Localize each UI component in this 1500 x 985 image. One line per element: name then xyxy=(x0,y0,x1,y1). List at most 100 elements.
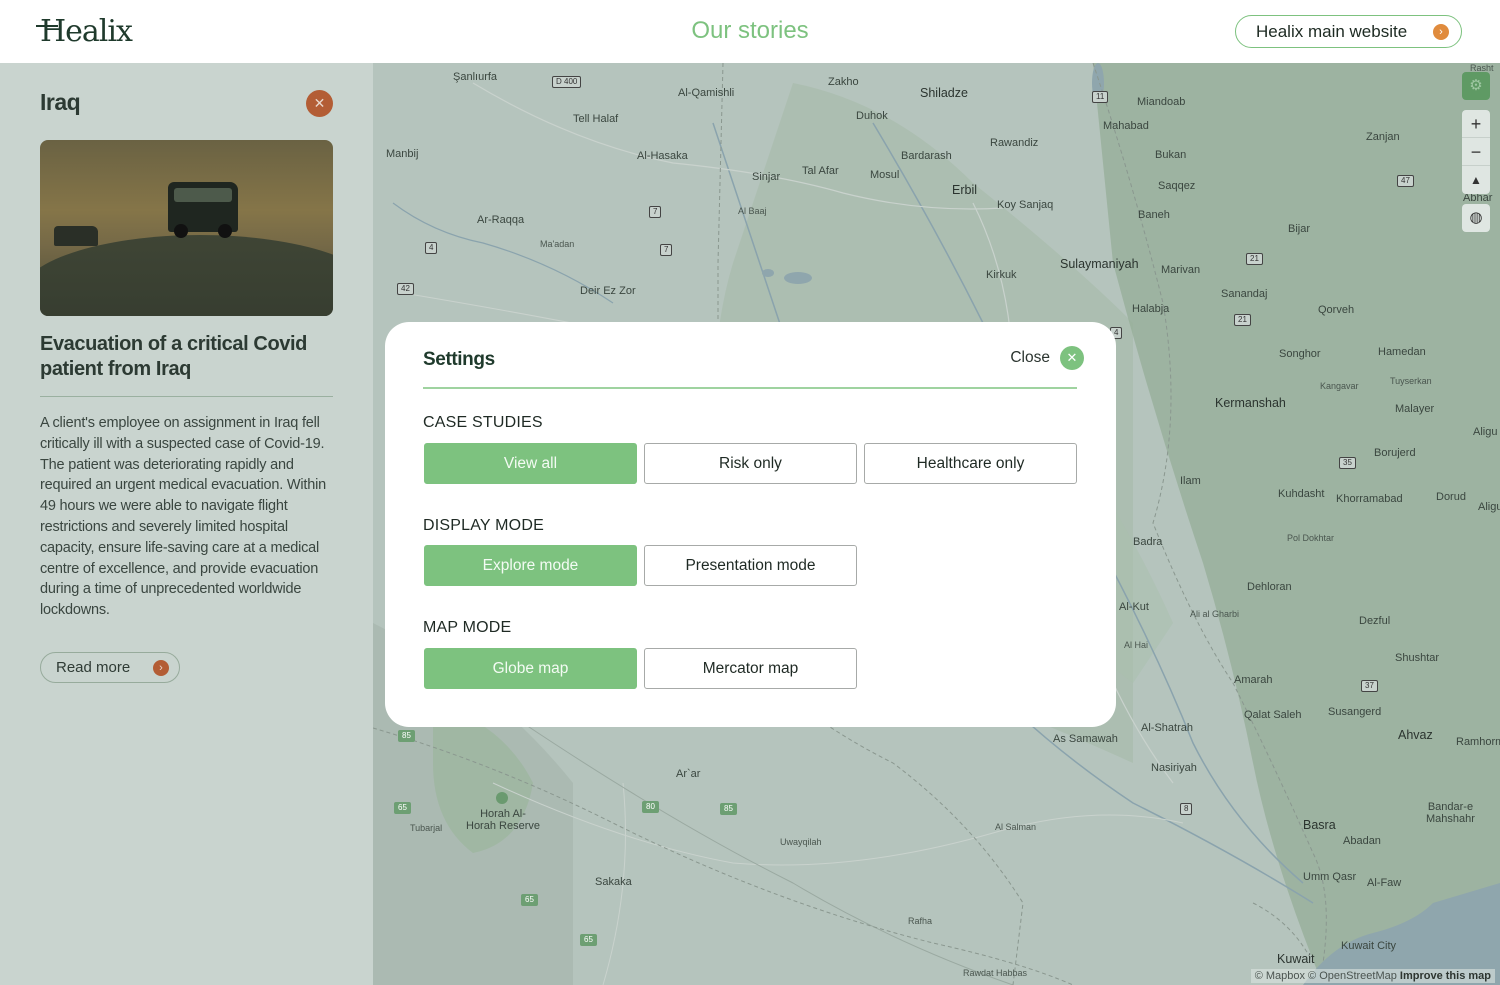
map-label: Mahabad xyxy=(1103,120,1149,132)
map-label: Badra xyxy=(1133,536,1163,548)
map-label: Al Baaj xyxy=(738,206,767,216)
modal-divider xyxy=(423,387,1077,389)
section-label-case-studies: CASE STUDIES xyxy=(423,414,543,431)
arrow-right-icon: › xyxy=(153,660,169,676)
map-label: Sanandaj xyxy=(1221,288,1268,300)
road-badge: 65 xyxy=(580,934,597,946)
option-healthcare-only[interactable]: Healthcare only xyxy=(864,443,1077,484)
main-website-button[interactable]: Healix main website › xyxy=(1235,15,1462,48)
option-explore-mode[interactable]: Explore mode xyxy=(424,545,637,586)
map-label: Amarah xyxy=(1234,674,1273,686)
modal-title: Settings xyxy=(423,349,495,370)
map-label: Al-Qamishli xyxy=(678,87,735,99)
road-badge: D 400 xyxy=(552,76,582,88)
road-badge: 65 xyxy=(394,802,411,814)
map-label: Dezful xyxy=(1359,615,1391,627)
healix-logo[interactable]: Healix xyxy=(36,14,133,49)
map-label: Songhor xyxy=(1279,348,1321,360)
map-label: Ramhorm xyxy=(1456,736,1500,748)
map-label: Halabja xyxy=(1132,303,1170,315)
map-label: Susangerd xyxy=(1328,706,1382,718)
map-label: Tuyserkan xyxy=(1390,376,1432,386)
modal-close-button[interactable]: Close ✕ xyxy=(1010,346,1084,370)
road-badge: 80 xyxy=(642,801,659,813)
road-badge: 4 xyxy=(425,242,438,254)
road-badge: 21 xyxy=(1234,314,1251,326)
map-label: Koy Sanjaq xyxy=(997,199,1054,211)
story-country-title: Iraq xyxy=(40,89,81,115)
road-badge: 42 xyxy=(397,283,414,295)
map-label: Aligu xyxy=(1478,501,1500,513)
map-label: Uwayqilah xyxy=(780,837,822,847)
map-label: Ali al Gharbi xyxy=(1190,609,1240,619)
image-dune xyxy=(40,235,333,316)
road-badge: 11 xyxy=(1092,91,1109,103)
map-label: Al Hai xyxy=(1124,640,1149,650)
map-label: Bijar xyxy=(1288,223,1311,235)
road-badge: 35 xyxy=(1339,457,1356,469)
settings-modal: Settings Close ✕ CASE STUDIES View all R… xyxy=(385,322,1116,727)
road-badge: 7 xyxy=(660,244,673,256)
map-label: Pol Dokhtar xyxy=(1287,533,1335,543)
map-label: Qalat Saleh xyxy=(1244,709,1302,721)
map-label: Basra xyxy=(1303,818,1336,832)
map-label: Ar`ar xyxy=(676,768,701,780)
option-presentation-mode[interactable]: Presentation mode xyxy=(644,545,857,586)
story-body: A client's employee on assignment in Ira… xyxy=(40,415,326,619)
map-label: Malayer xyxy=(1395,403,1435,415)
map-label: Sakaka xyxy=(595,876,632,888)
map-label: Erbil xyxy=(952,183,978,197)
top-header: Healix Our stories Healix main website › xyxy=(0,0,1500,63)
map-label: Kermanshah xyxy=(1215,396,1286,410)
read-more-button[interactable]: Read more › xyxy=(40,652,180,683)
map-label: Zakho xyxy=(828,76,859,88)
zoom-in-button[interactable]: + xyxy=(1462,110,1490,138)
option-risk-only[interactable]: Risk only xyxy=(644,443,857,484)
map-label: Rawdat Habbas xyxy=(963,968,1028,978)
story-image xyxy=(40,140,333,316)
map-label: Sinjar xyxy=(752,171,781,183)
map-label: Rafha xyxy=(908,916,933,926)
improve-map-link[interactable]: Improve this map xyxy=(1400,970,1491,982)
option-globe-map[interactable]: Globe map xyxy=(424,648,637,689)
map-label: Bukan xyxy=(1155,149,1187,161)
map-label: Aligu xyxy=(1473,426,1498,438)
close-icon[interactable]: ✕ xyxy=(1060,346,1084,370)
story-sidebar: Iraq ✕ Evacuation of a critical Covid pa… xyxy=(0,63,373,985)
map-label: Marivan xyxy=(1161,264,1201,276)
logo-text: Healix xyxy=(40,14,133,49)
map-label: Hamedan xyxy=(1378,346,1426,358)
map-label: Al Salman xyxy=(995,822,1037,832)
zoom-out-button[interactable]: − xyxy=(1462,138,1490,166)
globe-icon[interactable]: ◍ xyxy=(1462,204,1490,232)
map-label: Al-Faw xyxy=(1367,877,1402,889)
road-badge: 65 xyxy=(521,894,538,906)
main-website-label: Healix main website xyxy=(1256,21,1408,41)
map-label: Abadan xyxy=(1343,835,1381,847)
map-label: Miandoab xyxy=(1137,96,1186,108)
road-badge: 47 xyxy=(1397,175,1414,187)
map-label: Shushtar xyxy=(1395,652,1440,664)
map-label: Saqqez xyxy=(1158,180,1196,192)
map-label: Horah Al- Horah Reserve xyxy=(466,808,540,832)
map-label: Baneh xyxy=(1138,209,1170,221)
map-zoom-controls: + − ▲ xyxy=(1462,110,1490,194)
map-label: Bandar-e Mahshahr xyxy=(1426,801,1475,825)
map-label: Shiladze xyxy=(920,86,968,100)
map-label: Tubarjal xyxy=(410,823,443,833)
compass-button[interactable]: ▲ xyxy=(1462,166,1490,194)
option-mercator-map[interactable]: Mercator map xyxy=(644,648,857,689)
image-wheel xyxy=(218,224,232,238)
section-label-display-mode: DISPLAY MODE xyxy=(423,517,544,534)
story-divider xyxy=(40,396,333,397)
map-label: Ahvaz xyxy=(1398,728,1433,742)
map-label: Zanjan xyxy=(1366,131,1400,143)
arrow-right-icon: › xyxy=(1433,24,1449,40)
close-icon[interactable]: ✕ xyxy=(306,90,333,117)
map-label: Kangavar xyxy=(1320,381,1359,391)
map-label: Deir Ez Zor xyxy=(580,285,636,297)
map-label: Al-Shatrah xyxy=(1141,722,1193,734)
option-view-all[interactable]: View all xyxy=(424,443,637,484)
gear-icon[interactable]: ⚙ xyxy=(1462,72,1490,100)
map-label: Umm Qasr xyxy=(1303,871,1357,883)
